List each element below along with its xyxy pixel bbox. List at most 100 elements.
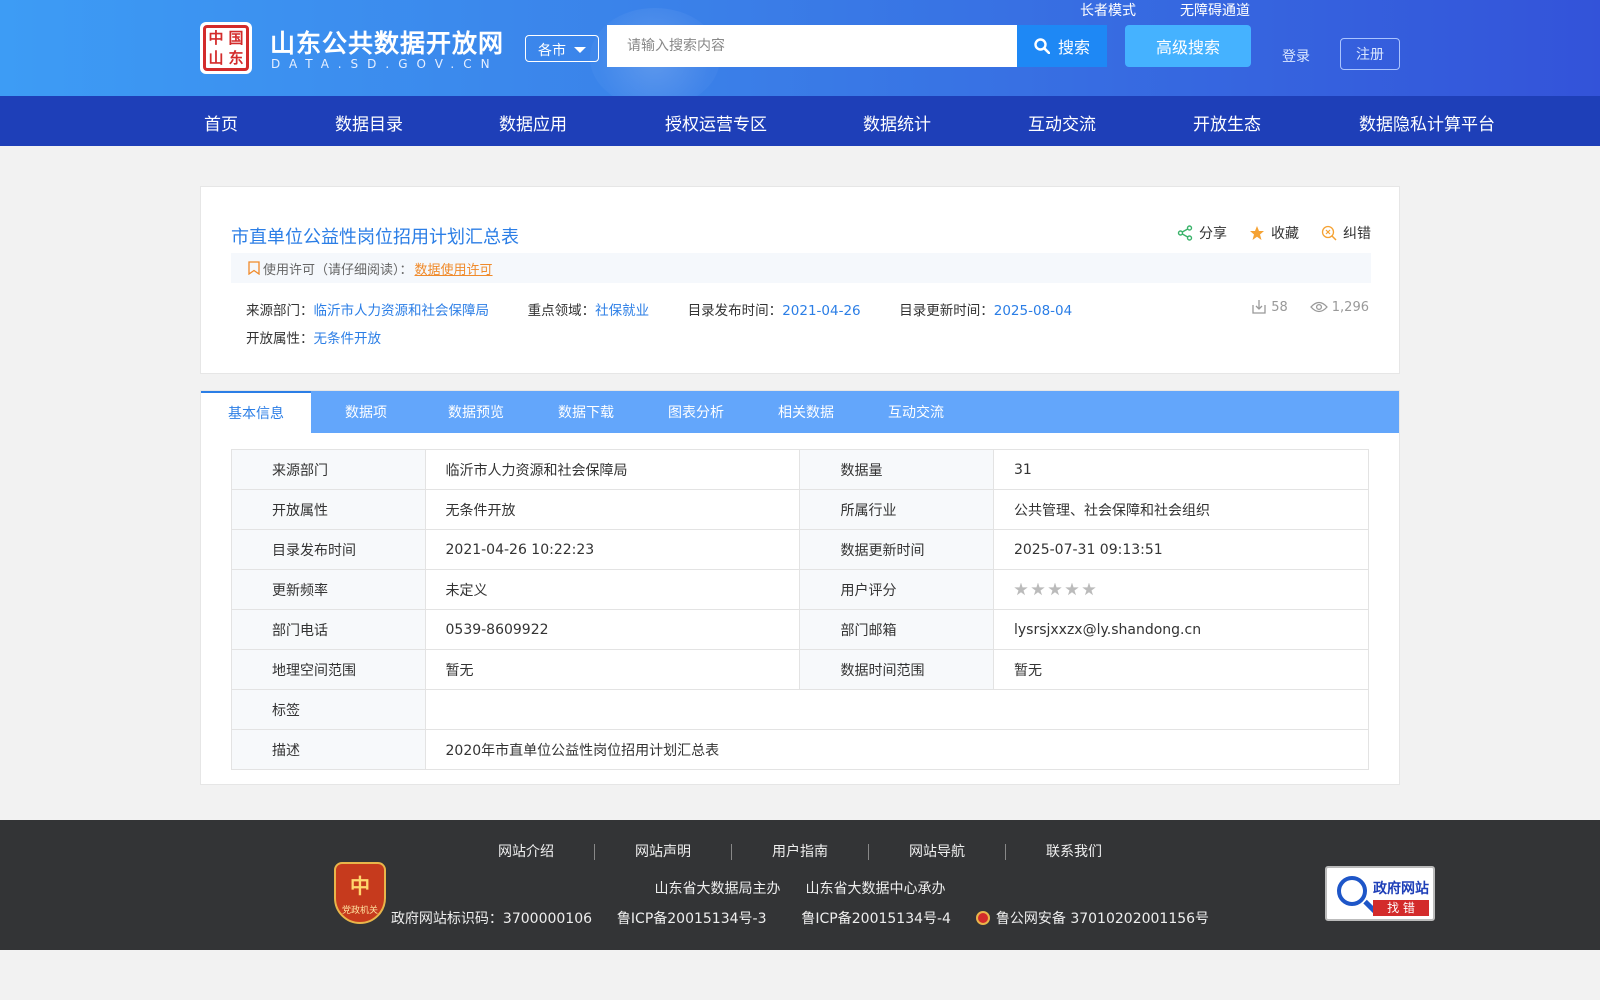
cell-value: 暂无 <box>424 649 801 690</box>
nav-item-privacy-computing[interactable]: 数据隐私计算平台 <box>1359 110 1495 135</box>
report-error-icon <box>1321 225 1337 241</box>
cell-label: 更新频率 <box>231 569 426 610</box>
tab-data-download[interactable]: 数据下载 <box>531 391 641 433</box>
view-count-value: 1,296 <box>1331 299 1369 315</box>
cell-label: 所属行业 <box>799 489 994 530</box>
share-icon <box>1177 225 1193 241</box>
license-link[interactable]: 数据使用许可 <box>415 259 493 278</box>
dataset-title: 市直单位公益性岗位招用计划汇总表 <box>231 227 519 248</box>
report-error-button[interactable]: 纠错 <box>1321 223 1371 243</box>
elder-mode-link[interactable]: 长者模式 <box>1080 0 1136 20</box>
nav-item-home[interactable]: 首页 <box>204 110 238 135</box>
site-header: 中 国 山 东 山东公共数据开放网 DATA.SD.GOV.CN 各市 搜索 高… <box>0 0 1600 96</box>
catalog-publish-label: 目录发布时间： <box>687 303 783 319</box>
nav-item-statistics[interactable]: 数据统计 <box>863 110 931 135</box>
search-button-label: 搜索 <box>1057 38 1090 57</box>
findbug-subtitle: 找 错 <box>1373 900 1429 916</box>
tab-chart-analysis[interactable]: 图表分析 <box>641 391 751 433</box>
star-icon[interactable] <box>1031 582 1045 596</box>
cell-value: 临沂市人力资源和社会保障局 <box>424 449 801 490</box>
tab-data-preview[interactable]: 数据预览 <box>421 391 531 433</box>
cell-label: 数据时间范围 <box>799 649 994 690</box>
cell-value: 2020年市直单位公益性岗位招用计划汇总表 <box>424 729 1369 770</box>
nav-item-apps[interactable]: 数据应用 <box>499 110 567 135</box>
footer-links: 网站介绍 网站声明 用户指南 网站导航 联系我们 <box>0 844 1600 860</box>
tab-related-data[interactable]: 相关数据 <box>751 391 861 433</box>
source-dept-value[interactable]: 临沂市人力资源和社会保障局 <box>314 303 490 319</box>
cell-value: 2021-04-26 10:22:23 <box>424 529 801 570</box>
cell-label: 标签 <box>231 689 426 730</box>
cell-value: 公共管理、社会保障和社会组织 <box>992 489 1370 530</box>
cell-label: 描述 <box>231 729 426 770</box>
dataset-actions: 分享 收藏 纠错 <box>1177 223 1371 243</box>
open-attr-label: 开放属性： <box>246 331 314 347</box>
footer-link-statement[interactable]: 网站声明 <box>595 844 732 860</box>
police-emblem-icon <box>975 911 990 925</box>
register-button[interactable]: 注册 <box>1340 38 1400 70</box>
catalog-publish-value: 2021-04-26 <box>782 303 861 319</box>
star-icon[interactable] <box>1014 582 1028 596</box>
footer-link-sitemap[interactable]: 网站导航 <box>869 844 1006 860</box>
site-title[interactable]: 山东公共数据开放网 <box>270 24 504 60</box>
star-icon <box>1250 226 1264 240</box>
gov-site-findbug-badge[interactable]: 政府网站 找 错 <box>1325 866 1435 921</box>
nav-item-ecosystem[interactable]: 开放生态 <box>1193 110 1261 135</box>
city-select[interactable]: 各市 <box>525 35 599 62</box>
cell-label: 目录发布时间 <box>231 529 426 570</box>
cell-value: 无条件开放 <box>424 489 801 530</box>
dataset-meta-row-2: 开放属性：无条件开放 <box>246 327 381 347</box>
site-domain: DATA.SD.GOV.CN <box>271 57 499 71</box>
view-count: 1,296 <box>1309 299 1369 315</box>
nav-item-authorized-ops[interactable]: 授权运营专区 <box>665 110 767 135</box>
city-select-label: 各市 <box>538 43 566 59</box>
source-dept-label: 来源部门： <box>246 303 314 319</box>
nav-item-interaction[interactable]: 互动交流 <box>1028 110 1096 135</box>
download-icon <box>1252 300 1266 314</box>
tab-basic-info[interactable]: 基本信息 <box>201 391 311 433</box>
star-icon[interactable] <box>1082 582 1096 596</box>
star-icon[interactable] <box>1065 582 1079 596</box>
footer-link-guide[interactable]: 用户指南 <box>732 844 869 860</box>
advanced-search-button[interactable]: 高级搜索 <box>1125 25 1251 67</box>
footer-link-contact[interactable]: 联系我们 <box>1006 844 1142 860</box>
accessibility-link[interactable]: 无障碍通道 <box>1180 0 1250 20</box>
eye-icon <box>1309 301 1328 313</box>
dataset-meta-row-1: 来源部门：临沂市人力资源和社会保障局 重点领域：社保就业 目录发布时间：2021… <box>246 299 1072 319</box>
footer-icp-4[interactable]: 鲁ICP备20015134号-4 <box>801 911 951 927</box>
tab-interaction[interactable]: 互动交流 <box>861 391 971 433</box>
dataset-stats: 58 1,296 <box>1251 299 1369 315</box>
tab-data-items[interactable]: 数据项 <box>311 391 421 433</box>
rating-stars[interactable] <box>1014 582 1348 597</box>
star-icon[interactable] <box>1048 582 1062 596</box>
key-domain-value[interactable]: 社保就业 <box>595 303 649 319</box>
footer-police-record[interactable]: 鲁公网安备 37010202001156号 <box>996 911 1209 927</box>
cell-value: 2025-07-31 09:13:51 <box>992 529 1370 570</box>
share-label: 分享 <box>1199 226 1227 242</box>
logo-char: 国 <box>228 29 244 47</box>
key-domain-label: 重点领域： <box>527 303 596 319</box>
table-row: 地理空间范围 暂无 数据时间范围 暂无 <box>231 649 1370 690</box>
license-label: 使用许可（请仔细阅读）： <box>263 262 413 278</box>
site-logo-icon[interactable]: 中 国 山 东 <box>200 22 252 74</box>
table-row: 部门电话 0539-8609922 部门邮箱 lysrsjxxzx@ly.sha… <box>231 609 1370 650</box>
footer-site-id: 政府网站标识码：3700000106 <box>390 911 593 927</box>
nav-item-catalog[interactable]: 数据目录 <box>335 110 403 135</box>
table-row: 目录发布时间 2021-04-26 10:22:23 数据更新时间 2025-0… <box>231 529 1370 570</box>
cell-label: 开放属性 <box>231 489 426 530</box>
cell-label: 地理空间范围 <box>231 649 426 690</box>
search-input[interactable] <box>607 25 1018 67</box>
footer-link-about[interactable]: 网站介绍 <box>458 844 595 860</box>
chevron-down-icon <box>574 47 586 53</box>
favorite-button[interactable]: 收藏 <box>1249 223 1299 243</box>
report-error-label: 纠错 <box>1343 226 1371 242</box>
share-button[interactable]: 分享 <box>1177 223 1227 243</box>
cell-value <box>424 689 1369 730</box>
findbug-title: 政府网站 <box>1373 881 1429 897</box>
cell-label: 数据量 <box>799 449 994 490</box>
footer-icp-3[interactable]: 鲁ICP备20015134号-3 <box>617 911 767 927</box>
login-link[interactable]: 登录 <box>1282 46 1310 66</box>
logo-char: 东 <box>228 49 244 67</box>
cell-value: 31 <box>992 449 1370 490</box>
search-button[interactable]: 搜索 <box>1017 25 1107 67</box>
cell-label: 来源部门 <box>231 449 426 490</box>
